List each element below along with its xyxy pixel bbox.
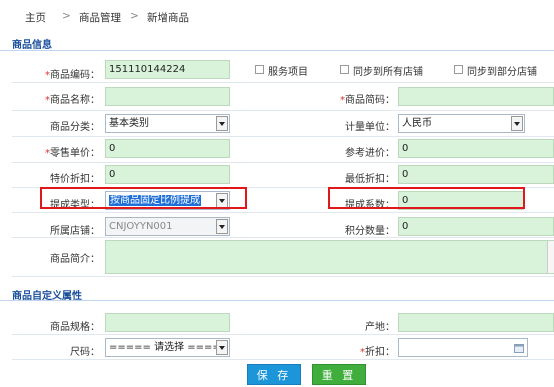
- chevron-down-icon[interactable]: [216, 219, 228, 234]
- product-category-label: 商品分类：: [50, 122, 100, 133]
- min-discount-label: 最低折扣：: [345, 174, 395, 185]
- row-divider: [12, 334, 554, 335]
- row-divider: [12, 162, 554, 163]
- sync-some-stores-checkbox[interactable]: [454, 65, 463, 74]
- retail-price-label: *零售单价：: [45, 148, 100, 159]
- origin-label: 产地：: [365, 322, 395, 333]
- chevron-down-icon[interactable]: [216, 116, 228, 131]
- size-label: 尺码：: [70, 347, 100, 358]
- product-code-field[interactable]: 151110144224: [105, 60, 230, 79]
- sync-all-stores-checkbox[interactable]: [340, 65, 349, 74]
- special-discount-label: 特价折扣：: [50, 174, 100, 185]
- breadcrumb-product-management[interactable]: 商品管理: [79, 10, 121, 25]
- product-code-label: *商品编码：: [45, 70, 100, 81]
- points-field[interactable]: 0: [398, 217, 554, 236]
- unit-label: 计量单位：: [345, 122, 395, 133]
- breadcrumb-home[interactable]: 主页: [25, 10, 46, 25]
- calendar-icon[interactable]: [514, 342, 524, 353]
- product-name-label: *商品名称：: [45, 95, 100, 106]
- points-label: 积分数量：: [345, 226, 395, 237]
- reset-button[interactable]: 重 置: [312, 364, 366, 385]
- discount-date-field[interactable]: [398, 338, 528, 357]
- breadcrumb-current: 新增商品: [147, 12, 189, 24]
- service-item-label: 服务项目: [268, 67, 308, 78]
- commission-rate-highlight: [328, 187, 525, 209]
- product-intro-textarea[interactable]: [105, 240, 554, 274]
- reference-cost-field[interactable]: 0: [398, 139, 554, 158]
- chevron-down-icon[interactable]: [216, 340, 228, 355]
- product-name-field[interactable]: [105, 87, 230, 106]
- product-intro-label: 商品简介：: [50, 254, 100, 265]
- sync-some-stores-label: 同步到部分店铺: [467, 67, 537, 78]
- row-divider: [12, 212, 554, 213]
- origin-field[interactable]: [398, 313, 554, 332]
- row-divider: [12, 359, 554, 360]
- size-select[interactable]: ===== 请选择 =====: [105, 338, 230, 357]
- min-discount-field[interactable]: 0: [398, 165, 554, 184]
- store-select[interactable]: CNJOYYN001: [105, 217, 230, 236]
- store-label: 所属店铺：: [50, 226, 100, 237]
- service-item-checkbox[interactable]: [255, 65, 264, 74]
- row-divider: [12, 276, 554, 277]
- product-short-code-field[interactable]: [398, 87, 554, 106]
- row-divider: [12, 110, 554, 111]
- reference-cost-label: 参考进价：: [345, 148, 395, 159]
- product-short-code-label: *商品简码：: [340, 95, 395, 106]
- product-category-select[interactable]: 基本类别: [105, 114, 230, 133]
- section-title-product-info: 商品信息: [12, 40, 52, 51]
- row-divider: [12, 237, 554, 238]
- chevron-down-icon[interactable]: [511, 116, 523, 131]
- row-divider: [12, 82, 554, 83]
- save-button[interactable]: 保 存: [247, 364, 301, 385]
- discount-label: *折扣：: [360, 347, 395, 358]
- row-divider: [12, 136, 554, 137]
- retail-price-field[interactable]: 0: [105, 139, 230, 158]
- unit-select[interactable]: 人民币: [398, 114, 525, 133]
- spec-field[interactable]: [105, 313, 230, 332]
- commission-type-highlight: [40, 187, 247, 209]
- breadcrumb-separator: >: [130, 10, 139, 22]
- breadcrumb-separator: >: [62, 10, 71, 22]
- section-divider: [0, 50, 554, 51]
- sync-all-stores-label: 同步到所有店铺: [353, 67, 423, 78]
- textarea-scrollbar[interactable]: [547, 241, 554, 273]
- spec-label: 商品规格：: [50, 322, 100, 333]
- special-discount-field[interactable]: 0: [105, 165, 230, 184]
- section-divider: [0, 300, 554, 301]
